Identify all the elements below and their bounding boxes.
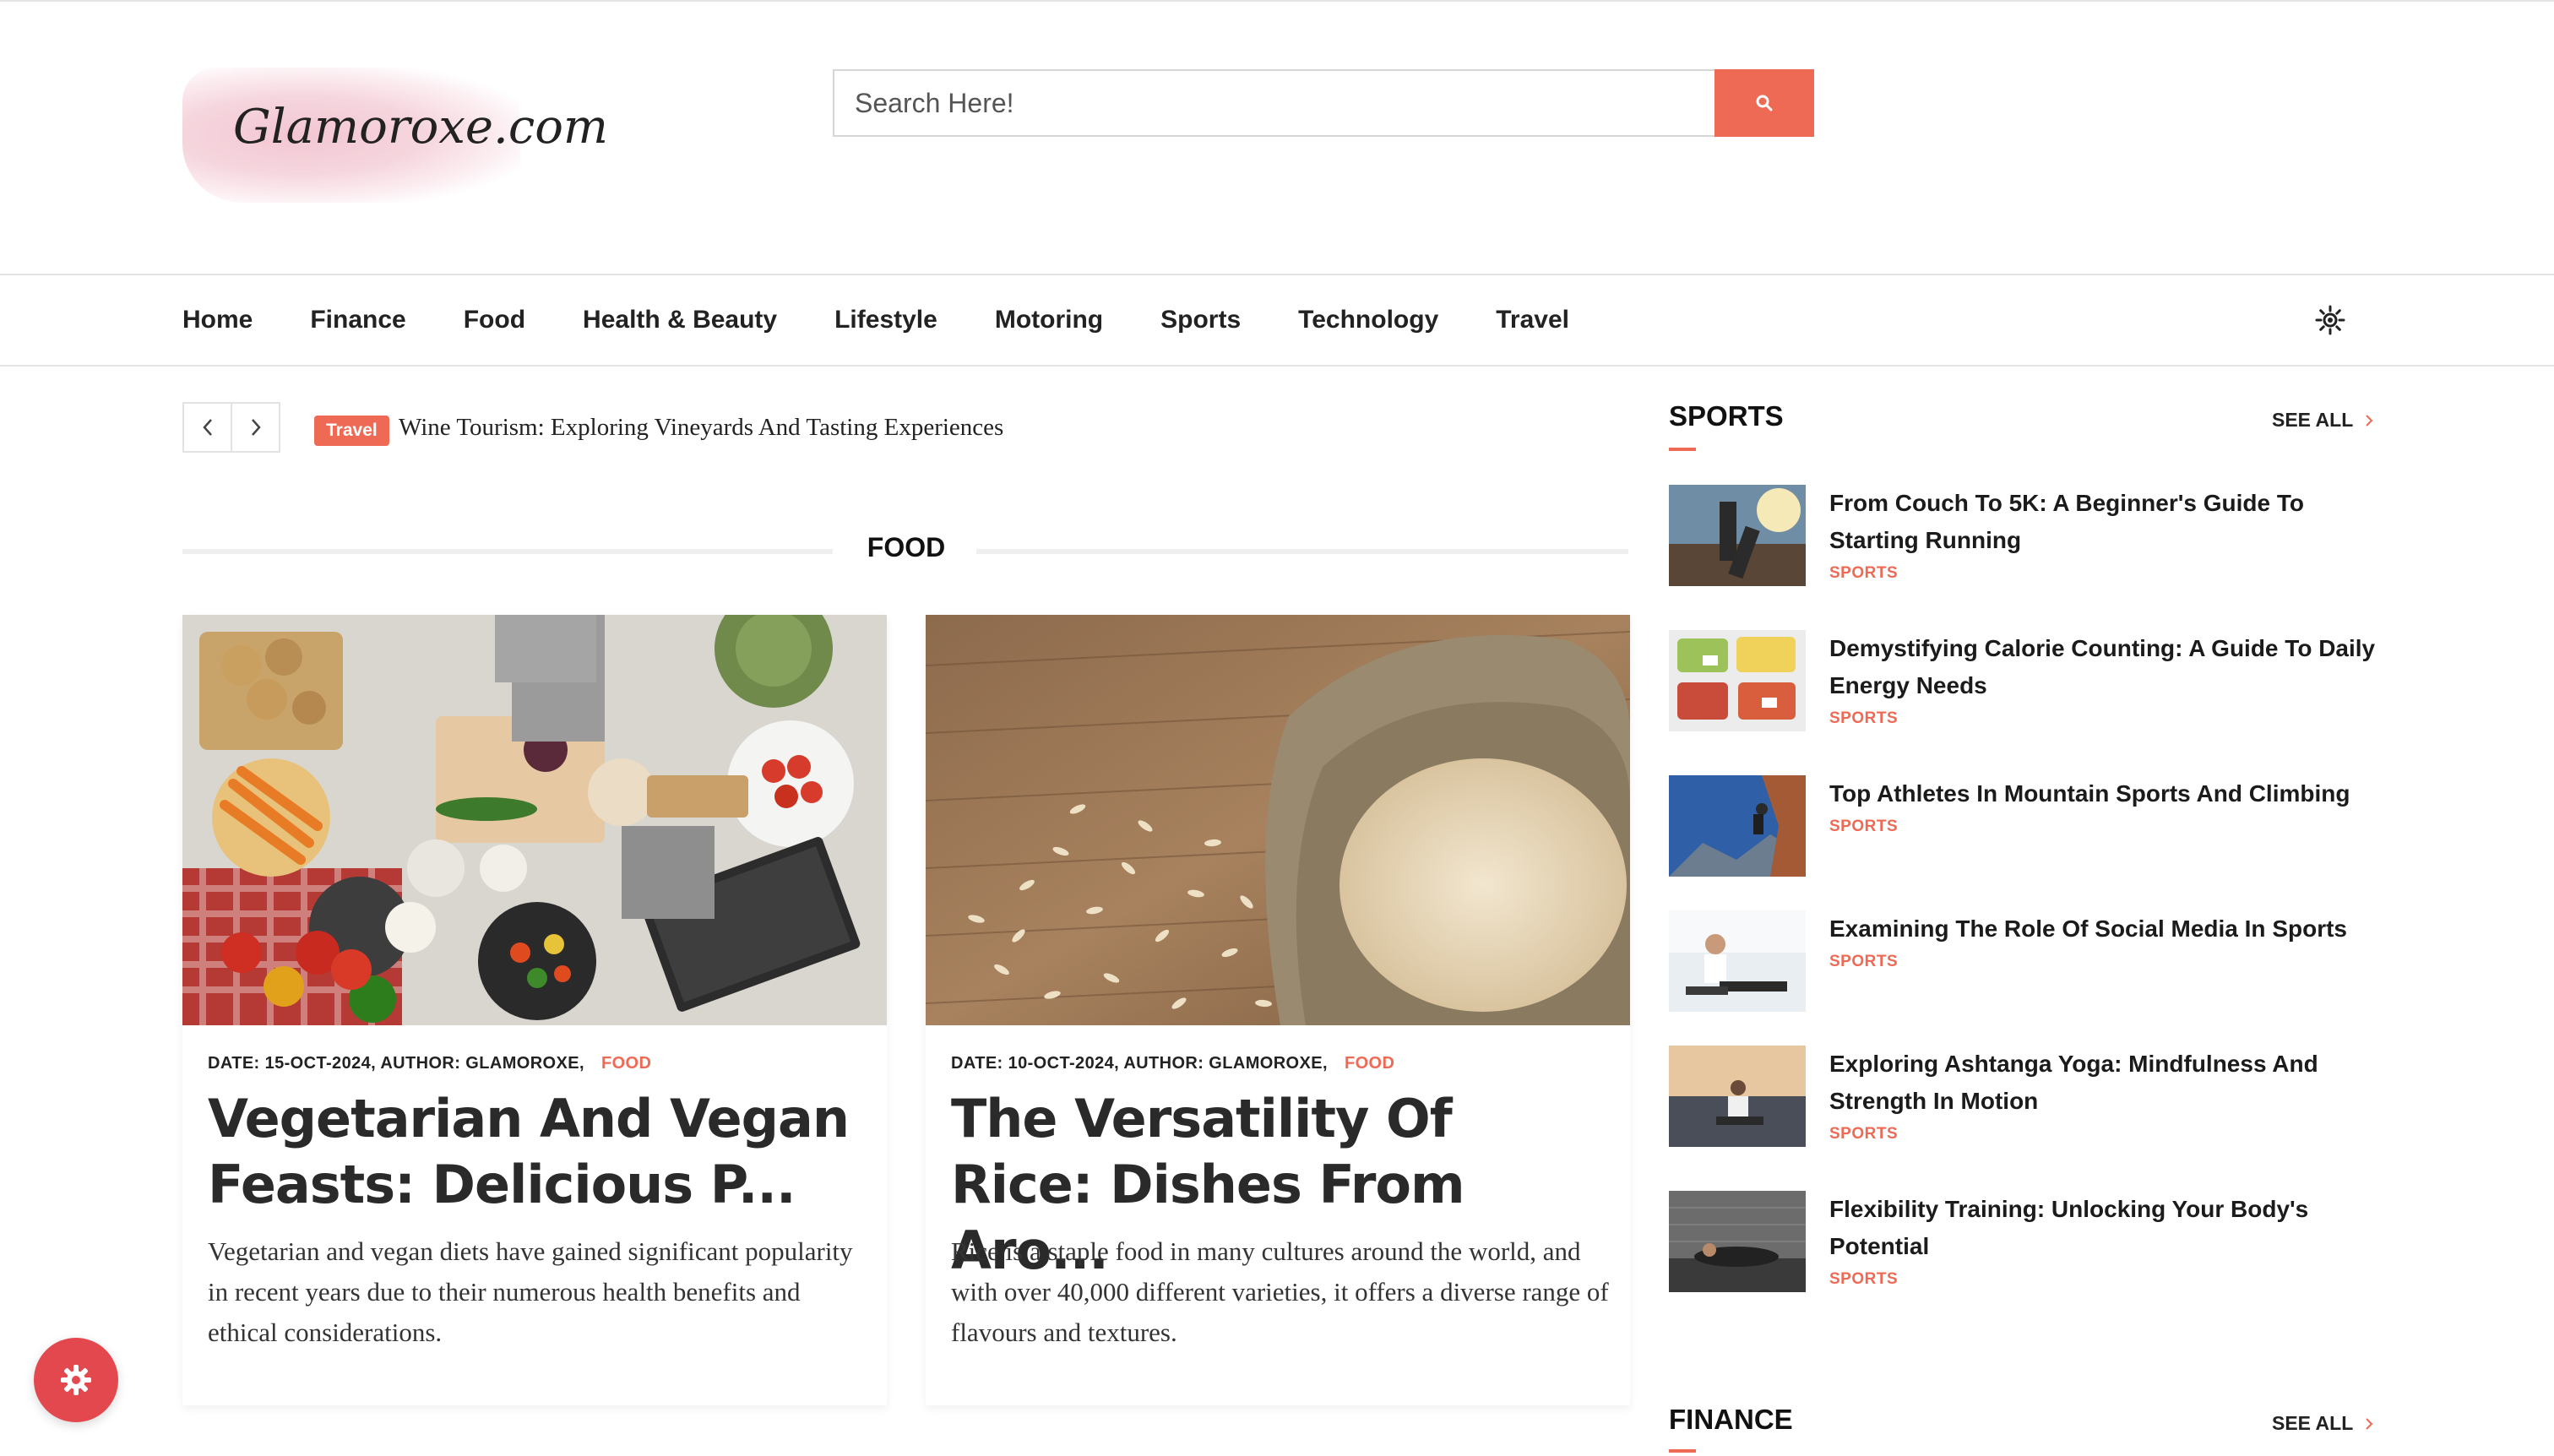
sidebar-title-underline bbox=[1669, 1449, 1696, 1453]
post-title[interactable]: Top Athletes In Mountain Sports And Clim… bbox=[1829, 775, 2378, 812]
article-title[interactable]: Vegetarian And Vegan Feasts: Delicious P… bbox=[208, 1086, 867, 1218]
post-title[interactable]: Examining The Role Of Social Media In Sp… bbox=[1829, 910, 2378, 948]
nav-item-finance[interactable]: Finance bbox=[310, 306, 405, 334]
article-excerpt: Vegetarian and vegan diets have gained s… bbox=[208, 1236, 853, 1347]
chevron-right-icon bbox=[2366, 1417, 2373, 1430]
search-bar bbox=[833, 69, 1814, 137]
see-all-finance-link[interactable]: SEE ALL bbox=[2272, 1412, 2373, 1435]
top-border bbox=[0, 0, 2554, 2]
post-thumbnail-climbing[interactable] bbox=[1669, 775, 1806, 877]
section-divider-left bbox=[182, 549, 833, 554]
post-category[interactable]: SPORTS bbox=[1829, 709, 1898, 728]
nav-item-travel[interactable]: Travel bbox=[1496, 306, 1569, 334]
nav-item-sports[interactable]: Sports bbox=[1160, 306, 1241, 334]
section-title-food: FOOD bbox=[867, 532, 946, 562]
logo-text: Glamoroxe.com bbox=[233, 100, 609, 155]
post-thumbnail-running[interactable] bbox=[1669, 485, 1806, 586]
ticker-headline[interactable]: Wine Tourism: Exploring Vineyards And Ta… bbox=[399, 414, 1003, 442]
article-date-author: DATE: 10-OCT-2024, AUTHOR: GLAMOROXE, bbox=[951, 1054, 1328, 1073]
sidebar-title-finance: FINANCE bbox=[1669, 1404, 1793, 1435]
section-divider-right bbox=[976, 549, 1628, 554]
nav-items: Home Finance Food Health & Beauty Lifest… bbox=[182, 275, 1627, 365]
post-category[interactable]: SPORTS bbox=[1829, 1270, 1898, 1289]
article-meta: DATE: 10-OCT-2024, AUTHOR: GLAMOROXE, FOO… bbox=[951, 1054, 1394, 1073]
chevron-right-icon bbox=[251, 419, 261, 436]
article-category-link[interactable]: FOOD bbox=[1345, 1054, 1394, 1073]
ticker-prev-button[interactable] bbox=[184, 404, 231, 451]
see-all-label: SEE ALL bbox=[2272, 409, 2354, 431]
site-logo[interactable]: Glamoroxe.com bbox=[182, 68, 608, 203]
article-category-link[interactable]: FOOD bbox=[601, 1054, 651, 1073]
nav-item-lifestyle[interactable]: Lifestyle bbox=[834, 306, 937, 334]
post-title[interactable]: Flexibility Training: Unlocking Your Bod… bbox=[1829, 1191, 2378, 1265]
see-all-sports-link[interactable]: SEE ALL bbox=[2272, 409, 2373, 432]
post-category[interactable]: SPORTS bbox=[1829, 564, 1898, 583]
post-title[interactable]: Exploring Ashtanga Yoga: Mindfulness And… bbox=[1829, 1046, 2378, 1120]
post-thumbnail-calories[interactable] bbox=[1669, 630, 1806, 731]
search-icon bbox=[1756, 95, 1773, 111]
article-image-rice[interactable] bbox=[926, 615, 1630, 1025]
article-meta: DATE: 15-OCT-2024, AUTHOR: GLAMOROXE, FOO… bbox=[208, 1054, 651, 1073]
nav-item-food[interactable]: Food bbox=[464, 306, 525, 334]
ticker-controls bbox=[182, 402, 280, 453]
nav-item-health-beauty[interactable]: Health & Beauty bbox=[583, 306, 777, 334]
chevron-right-icon bbox=[2366, 414, 2373, 426]
nav-item-motoring[interactable]: Motoring bbox=[995, 306, 1103, 334]
ticker-next-button[interactable] bbox=[231, 404, 279, 451]
post-thumbnail-flexibility[interactable] bbox=[1669, 1191, 1806, 1292]
chevron-left-icon bbox=[202, 419, 212, 436]
post-category[interactable]: SPORTS bbox=[1829, 1125, 1898, 1144]
see-all-label: SEE ALL bbox=[2272, 1412, 2354, 1434]
search-input[interactable] bbox=[833, 69, 1714, 137]
post-title[interactable]: From Couch To 5K: A Beginner's Guide To … bbox=[1829, 485, 2378, 559]
post-category[interactable]: SPORTS bbox=[1829, 818, 1898, 836]
post-thumbnail-yoga[interactable] bbox=[1669, 1046, 1806, 1147]
post-title[interactable]: Demystifying Calorie Counting: A Guide T… bbox=[1829, 630, 2378, 704]
sun-icon[interactable] bbox=[2314, 304, 2346, 336]
article-image-vegetables[interactable] bbox=[182, 615, 887, 1025]
gear-icon bbox=[61, 1365, 91, 1395]
ticker-category-badge[interactable]: Travel bbox=[314, 416, 389, 446]
settings-button[interactable] bbox=[34, 1338, 118, 1422]
main-nav: Home Finance Food Health & Beauty Lifest… bbox=[0, 274, 2554, 367]
nav-item-technology[interactable]: Technology bbox=[1298, 306, 1438, 334]
article-date-author: DATE: 15-OCT-2024, AUTHOR: GLAMOROXE, bbox=[208, 1054, 584, 1073]
post-category[interactable]: SPORTS bbox=[1829, 953, 1898, 971]
article-card[interactable]: DATE: 10-OCT-2024, AUTHOR: GLAMOROXE, FOO… bbox=[926, 615, 1630, 1405]
nav-item-home[interactable]: Home bbox=[182, 306, 253, 334]
sidebar-title-underline bbox=[1669, 448, 1696, 451]
sidebar-title-sports: SPORTS bbox=[1669, 400, 1784, 432]
article-excerpt: Rice is a staple food in many cultures a… bbox=[951, 1236, 1609, 1347]
search-button[interactable] bbox=[1714, 69, 1814, 137]
post-thumbnail-social-media[interactable] bbox=[1669, 910, 1806, 1012]
article-card[interactable]: DATE: 15-OCT-2024, AUTHOR: GLAMOROXE, FOO… bbox=[182, 615, 887, 1405]
